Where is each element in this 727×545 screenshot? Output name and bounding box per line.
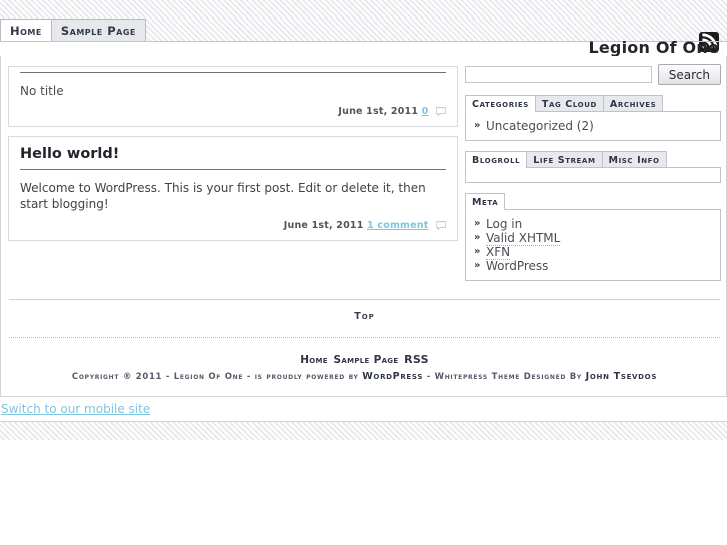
sidebar: Search Categories Tag Cloud Archives » U…	[465, 64, 721, 291]
footer-link-sample-page[interactable]: Sample Page	[334, 354, 399, 366]
categories-widget: Categories Tag Cloud Archives » Uncatego…	[465, 95, 721, 141]
post-date: June 1st, 2011	[338, 106, 419, 117]
copyright-wordpress: WordPress	[362, 371, 424, 382]
chevron-right-icon: »	[474, 260, 481, 271]
page-background-top	[0, 0, 727, 18]
footer-link-rss[interactable]: RSS	[404, 353, 429, 366]
post-body: Welcome to WordPress. This is your first…	[20, 181, 426, 211]
tab-tag-cloud[interactable]: Tag Cloud	[534, 95, 604, 112]
category-link-uncategorized[interactable]: Uncategorized (2)	[486, 119, 594, 133]
primary-navigation: Home Sample Page	[0, 18, 146, 42]
meta-link-log-in[interactable]: Log in	[486, 217, 522, 231]
post-meta: June 1st, 2011 1 comment	[18, 212, 448, 236]
list-item: » XFN	[472, 245, 714, 260]
chevron-right-icon: »	[474, 232, 481, 243]
blogroll-widget-panel	[465, 167, 721, 183]
content-divider	[9, 299, 720, 300]
search-input[interactable]	[465, 66, 652, 83]
tab-life-stream[interactable]: Life Stream	[526, 151, 603, 168]
blogroll-widget-tabs: Blogroll Life Stream Misc Info	[465, 151, 721, 168]
list-item: » Valid XHTML	[472, 231, 714, 246]
page-background-blank	[0, 440, 727, 545]
post-list: No title June 1st, 2011 0 Hello world! W…	[8, 66, 458, 250]
tab-misc-info[interactable]: Misc Info	[601, 151, 667, 168]
categories-widget-panel: » Uncategorized (2)	[465, 111, 721, 141]
post-date: June 1st, 2011	[283, 220, 364, 231]
meta-widget-tabs: Meta	[465, 193, 721, 210]
nav-item-sample-page[interactable]: Sample Page	[50, 19, 146, 42]
switch-to-mobile-link[interactable]: Switch to our mobile site	[1, 402, 150, 416]
mobile-switch-bar: Switch to our mobile site	[0, 396, 727, 422]
comment-bubble-icon	[435, 221, 447, 233]
meta-widget-panel: » Log in » Valid XHTML » XFN » WordPress	[465, 209, 721, 281]
copyright-text: Copyright ® 2011 - Legion Of One - is pr…	[1, 371, 727, 382]
post-comments-link[interactable]: 0	[422, 106, 429, 117]
post-title: No title	[20, 72, 446, 98]
post-title: Hello world!	[20, 137, 446, 170]
post-item: Hello world! Welcome to WordPress. This …	[8, 136, 458, 241]
meta-link-wordpress[interactable]: WordPress	[486, 259, 548, 273]
comment-bubble-icon	[435, 107, 447, 119]
page-title: Legion Of One	[588, 38, 719, 57]
chevron-right-icon: »	[474, 218, 481, 229]
nav-item-home[interactable]: Home	[0, 19, 52, 42]
meta-list: » Log in » Valid XHTML » XFN » WordPress	[472, 217, 714, 273]
footer-divider	[9, 337, 720, 338]
list-item: » WordPress	[472, 259, 714, 273]
post-item: No title June 1st, 2011 0	[8, 66, 458, 127]
content-wrapper: No title June 1st, 2011 0 Hello world! W…	[0, 56, 727, 401]
list-item: » Uncategorized (2)	[472, 119, 714, 133]
blogroll-widget: Blogroll Life Stream Misc Info	[465, 151, 721, 183]
footer-link-home[interactable]: Home	[300, 354, 328, 366]
meta-link-xfn[interactable]: XFN	[486, 245, 511, 260]
meta-widget: Meta » Log in » Valid XHTML » XFN » Word…	[465, 193, 721, 281]
copyright-prefix: Copyright ® 2011 - Legion Of One - is pr…	[71, 372, 363, 382]
tab-meta[interactable]: Meta	[465, 193, 506, 210]
list-item: » Log in	[472, 217, 714, 231]
category-list: » Uncategorized (2)	[472, 119, 714, 133]
footer-navigation: Home Sample Page RSS	[1, 353, 727, 366]
back-to-top-link[interactable]: Top	[1, 311, 727, 322]
page-background-bottom	[0, 422, 727, 440]
search-form: Search	[465, 64, 721, 85]
tab-archives[interactable]: Archives	[602, 95, 664, 112]
chevron-right-icon: »	[474, 246, 481, 257]
post-comments-link[interactable]: 1 comment	[367, 220, 428, 231]
meta-link-valid-xhtml[interactable]: Valid XHTML	[486, 231, 561, 246]
copyright-author: John Tsevdos	[585, 371, 658, 382]
categories-widget-tabs: Categories Tag Cloud Archives	[465, 95, 721, 112]
chevron-right-icon: »	[474, 120, 481, 131]
tab-blogroll[interactable]: Blogroll	[465, 151, 528, 168]
copyright-middle: - Whitepress Theme Designed By	[423, 372, 586, 382]
tab-categories[interactable]: Categories	[465, 95, 536, 112]
search-button[interactable]: Search	[657, 64, 721, 85]
post-meta: June 1st, 2011 0	[18, 98, 448, 122]
